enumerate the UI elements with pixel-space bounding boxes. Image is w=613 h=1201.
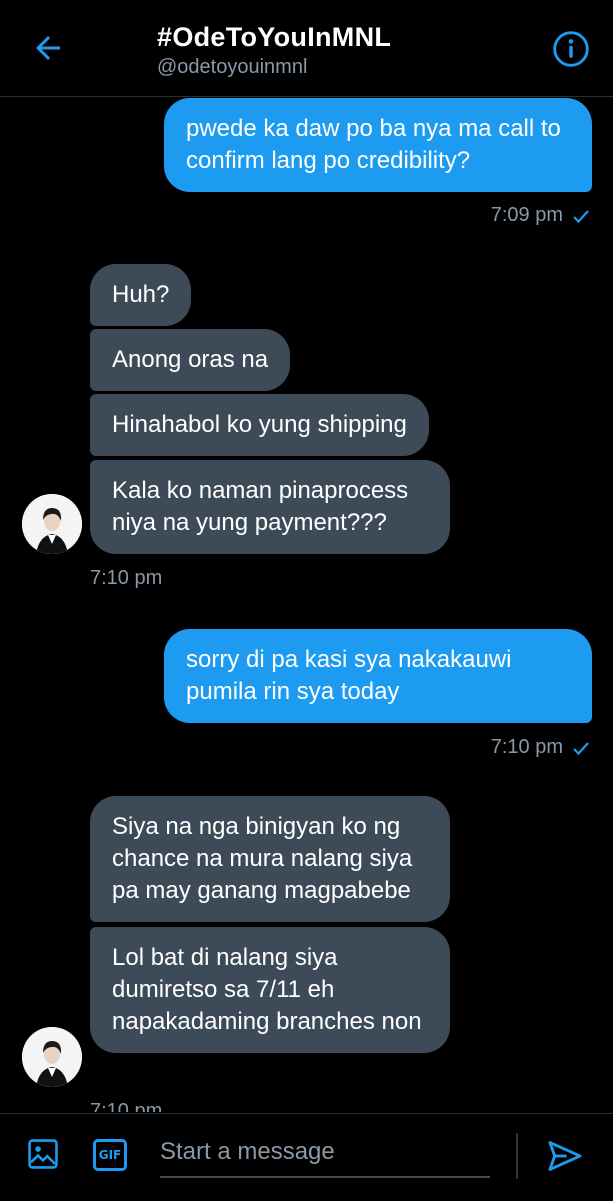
incoming-message-bubble[interactable]: Siya na nga binigyan ko ng chance na mur…	[90, 796, 450, 922]
user-avatar-icon	[22, 494, 82, 554]
send-icon[interactable]	[545, 1137, 585, 1175]
avatar[interactable]	[22, 494, 82, 554]
message-list[interactable]: pwede ka daw po ba nya ma call to confir…	[0, 97, 613, 1112]
conversation-title: #OdeToYouInMNL	[157, 22, 392, 52]
message-text: pwede ka daw po ba nya ma call to confir…	[186, 115, 561, 174]
incoming-message-bubble[interactable]: Huh?	[90, 264, 192, 326]
composer-divider	[516, 1133, 518, 1179]
message-input[interactable]	[160, 1128, 490, 1178]
image-icon[interactable]	[26, 1137, 60, 1171]
outgoing-message-bubble[interactable]: pwede ka daw po ba nya ma call to confir…	[164, 98, 592, 192]
check-icon	[573, 209, 589, 223]
message-timestamp: 7:10 pm	[90, 567, 163, 589]
outgoing-message-bubble[interactable]: sorry di pa kasi sya nakakauwi pumila ri…	[164, 629, 592, 723]
message-text: Anong oras na	[112, 346, 269, 373]
info-icon[interactable]	[552, 30, 590, 68]
conversation-handle: @odetoyouinmnl	[157, 56, 308, 78]
incoming-message-bubble[interactable]: Lol bat di nalang siya dumiretso sa 7/11…	[90, 927, 450, 1053]
incoming-message-bubble[interactable]: Anong oras na	[90, 329, 291, 391]
conversation-header: #OdeToYouInMNL @odetoyouinmnl	[0, 0, 613, 97]
message-meta: 7:09 pm	[491, 204, 591, 227]
user-avatar-icon	[22, 1027, 82, 1087]
arrow-left-icon[interactable]	[30, 30, 66, 66]
message-timestamp: 7:10 pm	[90, 1100, 163, 1112]
gif-button[interactable]: GIF	[93, 1139, 127, 1171]
check-icon	[573, 741, 589, 755]
message-text: sorry di pa kasi sya nakakauwi pumila ri…	[186, 646, 512, 705]
message-timestamp: 7:10 pm	[490, 736, 563, 758]
message-text: Huh?	[112, 281, 170, 308]
incoming-message-bubble[interactable]: Kala ko naman pinaprocess niya na yung p…	[90, 460, 450, 554]
message-text: Hinahabol ko yung shipping	[112, 411, 407, 438]
message-text: Siya na nga binigyan ko ng chance na mur…	[112, 813, 413, 904]
message-meta: 7:10 pm	[491, 736, 591, 759]
avatar[interactable]	[22, 1027, 82, 1087]
message-timestamp: 7:09 pm	[490, 204, 563, 226]
message-text: Lol bat di nalang siya dumiretso sa 7/11…	[112, 944, 422, 1035]
message-text: Kala ko naman pinaprocess niya na yung p…	[112, 477, 409, 536]
incoming-message-bubble[interactable]: Hinahabol ko yung shipping	[90, 394, 429, 456]
